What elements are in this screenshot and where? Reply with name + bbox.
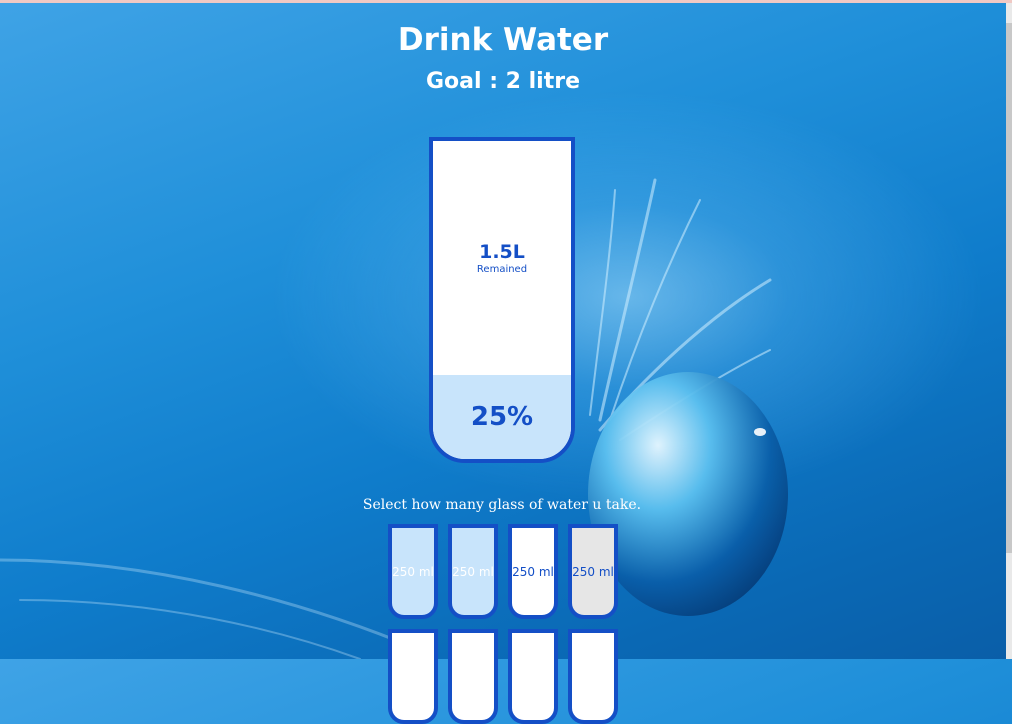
scrollbar[interactable]: [1006, 3, 1012, 659]
remained-amount: 1.5L: [479, 240, 525, 263]
small-cup[interactable]: [388, 629, 438, 724]
small-cup[interactable]: 250 ml: [508, 524, 558, 619]
small-cup[interactable]: 250 ml: [388, 524, 438, 619]
big-cup: 1.5L Remained 25%: [429, 137, 575, 463]
small-cup[interactable]: 250 ml: [448, 524, 498, 619]
page-title: Drink Water: [397, 22, 609, 58]
percentage-fill: 25%: [433, 375, 571, 459]
scrollbar-thumb[interactable]: [1006, 23, 1012, 553]
header: Drink Water: [0, 20, 1006, 60]
small-cup[interactable]: 250 ml: [568, 524, 618, 619]
goal-heading: Goal : 2 litre: [425, 69, 580, 94]
instruction-text: Select how many glass of water u take.: [362, 497, 642, 513]
goal-heading-wrap: Goal : 2 litre: [0, 67, 1006, 97]
small-cup[interactable]: [508, 629, 558, 724]
remained-section: 1.5L Remained: [433, 141, 571, 375]
small-cup[interactable]: [568, 629, 618, 724]
small-cup[interactable]: [448, 629, 498, 724]
remained-label: Remained: [476, 263, 528, 275]
